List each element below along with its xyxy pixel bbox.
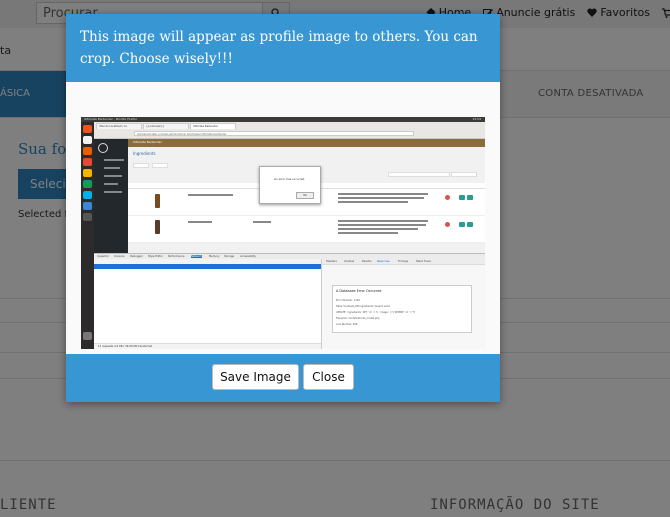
crop-preview-image[interactable]: Ultimate Bartender - Mozilla Firefox 14:…: [81, 117, 485, 349]
preview-devtools-tab: Network: [191, 255, 202, 258]
preview-alert-ok: OK: [296, 192, 314, 199]
preview-error-line: UPDATE `ingredients` SET `id` = 5, `imag…: [336, 311, 416, 314]
preview-bottle-image: [155, 194, 160, 208]
preview-launcher-icon: [83, 180, 92, 188]
preview-error-line: Line Number: 466: [336, 323, 358, 326]
preview-network-row: [94, 264, 321, 269]
preview-wp-menu-item: [104, 159, 124, 161]
preview-response-tabs: Headers Cookies Params Response Timings …: [322, 259, 485, 265]
preview-response-panel: Headers Cookies Params Response Timings …: [321, 259, 485, 349]
preview-row-text: [188, 221, 212, 223]
preview-row-text: [338, 220, 428, 222]
preview-launcher-icon: [83, 169, 92, 177]
preview-wp-topbar: Ultimate Bartender: [128, 139, 485, 147]
preview-devtools-tab: Style Editor: [148, 255, 164, 258]
preview-wp-menu-item: [104, 191, 122, 193]
preview-browser-tab: Ultimate Bartender: [190, 123, 236, 129]
modal-title: This image will appear as profile image …: [80, 29, 478, 67]
preview-browser-tab: Ubuntu Localhost / Lo: [96, 123, 142, 129]
preview-wp-heading: Ingredients: [133, 151, 156, 156]
preview-row-text: [338, 232, 398, 234]
preview-launcher-icon: [83, 191, 92, 199]
preview-response-tab: Stack Trace: [416, 260, 431, 263]
preview-devtools-tab: Debugger: [130, 255, 143, 258]
preview-wp-site-name: Ultimate Bartender: [133, 140, 162, 144]
preview-row-text: [338, 224, 426, 226]
preview-delete-icon: [445, 195, 450, 200]
modal-body: Ultimate Bartender - Mozilla Firefox 14:…: [66, 82, 500, 368]
preview-response-tab: Headers: [326, 260, 337, 263]
preview-search-field: [388, 172, 450, 177]
modal-header: This image will appear as profile image …: [66, 14, 500, 82]
preview-row-text: [338, 193, 428, 195]
preview-devtools-tab: Accessibility: [240, 255, 256, 258]
preview-launcher-icon: [83, 125, 92, 133]
preview-search-button: [451, 172, 477, 177]
preview-error-line: Error Number: 1146: [336, 299, 360, 302]
preview-url-bar: gnbhackyhdssk.com/wp-admin/admin.php?pag…: [134, 131, 414, 136]
preview-launcher-icon: [83, 147, 92, 155]
preview-view-button: [467, 222, 473, 227]
preview-bottle-image: [155, 220, 160, 234]
preview-filter-field: [133, 163, 149, 168]
preview-browser-tab: {{unknown}}: [143, 123, 189, 129]
preview-browser-toolbar: Ubuntu Localhost / Lo {{unknown}} Ultima…: [94, 122, 485, 139]
preview-error-title: A Database Error Occurred: [336, 289, 382, 293]
preview-network-panel: 11 requests 4.2 KB / 39.99 KB transferre…: [94, 259, 321, 349]
preview-wp-menu-item: [104, 175, 122, 177]
preview-devtools-tab: Storage: [224, 255, 235, 258]
preview-edit-button: [459, 222, 465, 227]
preview-error-line: Filename: models/Drinks_model.php: [336, 317, 380, 320]
preview-view-button: [467, 195, 473, 200]
preview-avatar: [98, 143, 108, 153]
preview-launcher-icon: [83, 202, 92, 210]
preview-response-tab: Timings: [398, 260, 409, 263]
preview-db-error-box: A Database Error Occurred Error Number: …: [332, 285, 472, 333]
preview-response-tab: Params: [362, 260, 372, 263]
preview-wp-menu-item: [104, 183, 118, 185]
preview-response-tab: Response: [377, 260, 390, 263]
preview-alert-dialog: An error has occurred. OK: [259, 166, 321, 204]
preview-wp-menu-item: [104, 167, 120, 169]
close-button[interactable]: Close: [303, 364, 354, 390]
preview-delete-icon: [445, 222, 450, 227]
preview-devtools-tab: Console: [114, 255, 125, 258]
save-image-button[interactable]: Save Image: [212, 364, 299, 390]
preview-launcher-icon: [83, 136, 92, 144]
preview-edit-button: [459, 195, 465, 200]
crop-image-modal: This image will appear as profile image …: [66, 14, 500, 402]
preview-devtools-tab: Performance: [168, 255, 185, 258]
preview-row-text: [338, 228, 418, 230]
preview-wp-sidebar: [94, 139, 128, 253]
preview-launcher-icon: [83, 213, 92, 221]
preview-filter-field: [152, 163, 168, 168]
preview-devtools-tab: Memory: [209, 255, 220, 258]
preview-launcher-icon: [83, 158, 92, 166]
preview-launcher: [81, 122, 94, 349]
preview-row-text: [338, 201, 408, 203]
preview-row-text: [338, 197, 424, 199]
preview-row-text: [188, 194, 233, 196]
preview-launcher-icon: [83, 332, 92, 340]
preview-row-text: [253, 221, 271, 223]
preview-error-line: Table 'Contests_DB.ingredients' doesn't …: [336, 305, 390, 308]
preview-devtools-tab: Inspector: [97, 255, 110, 258]
preview-response-tab: Cookies: [344, 260, 355, 263]
preview-table-row: [128, 216, 485, 243]
preview-network-status: 11 requests 4.2 KB / 39.99 KB transferre…: [94, 343, 321, 349]
preview-alert-message: An error has occurred.: [274, 177, 306, 181]
